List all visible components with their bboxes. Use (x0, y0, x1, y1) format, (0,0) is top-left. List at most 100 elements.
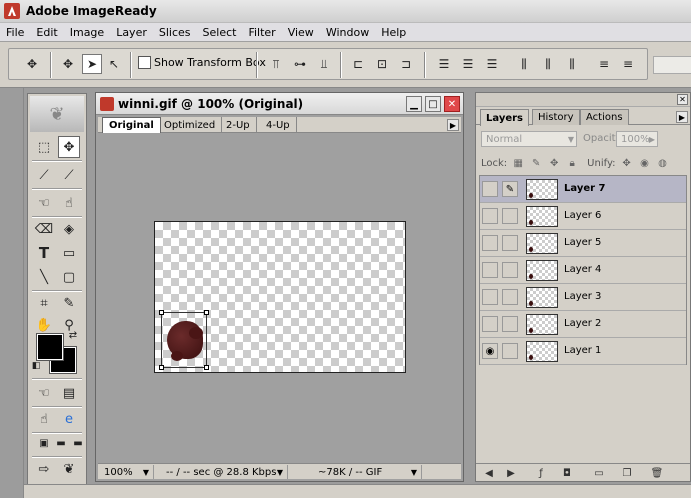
distribute-vcenter-icon[interactable]: ☰ (458, 54, 478, 74)
distribute-height-icon[interactable]: ≡ (618, 54, 638, 74)
image-map-tool-icon[interactable]: ☜ (33, 192, 55, 214)
jump-to-photoshop-icon[interactable]: ⇨ (33, 458, 55, 480)
zoom-select[interactable]: 100% ▼ (98, 465, 154, 479)
layer-row[interactable]: Layer 6 (480, 203, 686, 230)
preview-document-icon[interactable]: ☝ (33, 408, 55, 430)
distribute-left-icon[interactable]: ⫼ (514, 54, 534, 74)
link-toggle[interactable] (502, 235, 518, 251)
menu-help[interactable]: Help (375, 26, 412, 39)
rounded-rectangle-icon[interactable]: ▢ (58, 266, 80, 288)
paint-bucket-icon[interactable]: ◈ (58, 218, 80, 240)
tab-2-up[interactable]: 2-Up (220, 117, 257, 133)
eye-icon[interactable]: ◉ (482, 343, 498, 359)
move-tool-preset-icon[interactable]: ✥ (22, 54, 42, 74)
move-tool-icon[interactable]: ✥ (58, 136, 80, 158)
transform-handle[interactable] (204, 365, 209, 370)
menu-select[interactable]: Select (197, 26, 243, 39)
minimize-button[interactable]: ▁ (406, 96, 422, 112)
image-map-select-icon[interactable]: ☝ (58, 192, 80, 214)
layer-row[interactable]: Layer 5 (480, 230, 686, 257)
lock-transparency-icon[interactable]: ▦ (511, 158, 525, 169)
crop-tool-icon[interactable]: ⌗ (33, 292, 55, 314)
foreground-color-swatch[interactable] (36, 333, 64, 361)
add-mask-icon[interactable]: ◘ (560, 466, 574, 480)
new-layer-set-icon[interactable]: ▭ (592, 466, 606, 480)
align-horizontal-center-icon[interactable]: ⊡ (372, 54, 392, 74)
menu-layer[interactable]: Layer (110, 26, 153, 39)
unify-style-icon[interactable]: ◍ (656, 158, 670, 169)
menu-image[interactable]: Image (64, 26, 110, 39)
distribute-bottom-icon[interactable]: ☰ (482, 54, 502, 74)
image-canvas[interactable] (154, 221, 406, 373)
tab-4-up[interactable]: 4-Up (260, 117, 297, 133)
type-tool-icon[interactable]: T (33, 242, 55, 264)
palette-close-icon[interactable]: ✕ (677, 94, 688, 105)
eraser-icon[interactable]: ⌫ (33, 218, 55, 240)
layer-row[interactable]: ◉ Layer 1 (480, 338, 686, 365)
hand-tool-icon[interactable]: ✋ (33, 314, 55, 336)
blend-mode-select[interactable]: Normal ▼ (481, 131, 577, 147)
default-colors-icon[interactable]: ◧ (30, 360, 42, 372)
distribute-right-icon[interactable]: ⫼ (562, 54, 582, 74)
maximize-button[interactable]: □ (425, 96, 441, 112)
link-toggle[interactable] (502, 316, 518, 332)
trash-icon[interactable]: 🗑︎ (650, 466, 664, 480)
transform-handle[interactable] (159, 310, 164, 315)
next-frame-icon[interactable]: ▶ (504, 466, 518, 480)
previous-frame-icon[interactable]: ◀ (482, 466, 496, 480)
tab-original[interactable]: Original (102, 117, 161, 133)
line-tool-icon[interactable]: ╲ (33, 266, 55, 288)
unify-position-icon[interactable]: ✥ (620, 158, 634, 169)
preview-in-browser-icon[interactable]: e (58, 408, 80, 430)
layer-effects-icon[interactable]: ƒ (534, 466, 548, 480)
tabs-menu-arrow-icon[interactable]: ▶ (447, 119, 459, 131)
lock-position-icon[interactable]: ✥ (547, 158, 561, 169)
download-time-select[interactable]: -- / -- sec @ 28.8 Kbps ▼ (160, 465, 288, 479)
visibility-toggle[interactable] (482, 181, 498, 197)
eyedropper-icon[interactable]: ✎ (58, 292, 80, 314)
palette-menu-arrow-icon[interactable]: ▶ (676, 111, 688, 123)
tab-layers[interactable]: Layers (480, 109, 529, 126)
layer-row[interactable]: ✎ Layer 7 (480, 176, 686, 203)
menu-window[interactable]: Window (320, 26, 375, 39)
align-top-icon[interactable]: ⫪ (266, 54, 286, 74)
link-toggle[interactable] (502, 289, 518, 305)
lock-all-icon[interactable]: 🔒︎ (565, 158, 579, 169)
tab-history[interactable]: History (532, 109, 580, 125)
visibility-toggle[interactable] (482, 208, 498, 224)
opacity-field[interactable]: 100% ▶ (616, 131, 658, 147)
transform-handle[interactable] (159, 365, 164, 370)
distribute-space-icon[interactable]: ≡ (594, 54, 614, 74)
move-tool-icon[interactable]: ✥ (58, 54, 78, 74)
full-screen-mode-icon[interactable]: ▬ (67, 432, 89, 454)
show-transform-box-checkbox[interactable] (138, 56, 151, 69)
palette-title-bar[interactable]: ✕ (476, 93, 690, 107)
align-bottom-icon[interactable]: ⫫ (314, 54, 334, 74)
visibility-toggle[interactable] (482, 316, 498, 332)
distribute-top-icon[interactable]: ☰ (434, 54, 454, 74)
tab-actions[interactable]: Actions (580, 109, 629, 125)
visibility-toggle[interactable] (482, 235, 498, 251)
options-field[interactable] (653, 56, 691, 74)
brush-icon[interactable]: ✎ (502, 181, 518, 197)
slice-select-icon[interactable]: ⟋ (58, 164, 80, 186)
link-toggle[interactable] (502, 262, 518, 278)
menu-file[interactable]: File (0, 26, 30, 39)
align-left-icon[interactable]: ⊏ (348, 54, 368, 74)
align-right-icon[interactable]: ⊐ (396, 54, 416, 74)
distribute-hcenter-icon[interactable]: ⫼ (538, 54, 558, 74)
close-button[interactable]: ✕ (444, 96, 460, 112)
file-size-select[interactable]: ~78K / -- GIF ▼ (294, 465, 422, 479)
menu-filter[interactable]: Filter (242, 26, 281, 39)
swap-colors-icon[interactable]: ⇄ (66, 328, 80, 342)
tab-optimized[interactable]: Optimized (158, 117, 223, 133)
photoshop-feather-icon[interactable]: ❦ (58, 458, 80, 480)
layer-row[interactable]: Layer 3 (480, 284, 686, 311)
toggle-image-map-visibility-icon[interactable]: ☜ (33, 382, 55, 404)
link-toggle[interactable] (502, 343, 518, 359)
menu-edit[interactable]: Edit (30, 26, 63, 39)
slice-tool-icon[interactable]: ⟋ (33, 164, 55, 186)
selection-arrow-icon[interactable]: ➤ (82, 54, 102, 74)
layer-row[interactable]: Layer 4 (480, 257, 686, 284)
visibility-toggle[interactable] (482, 262, 498, 278)
